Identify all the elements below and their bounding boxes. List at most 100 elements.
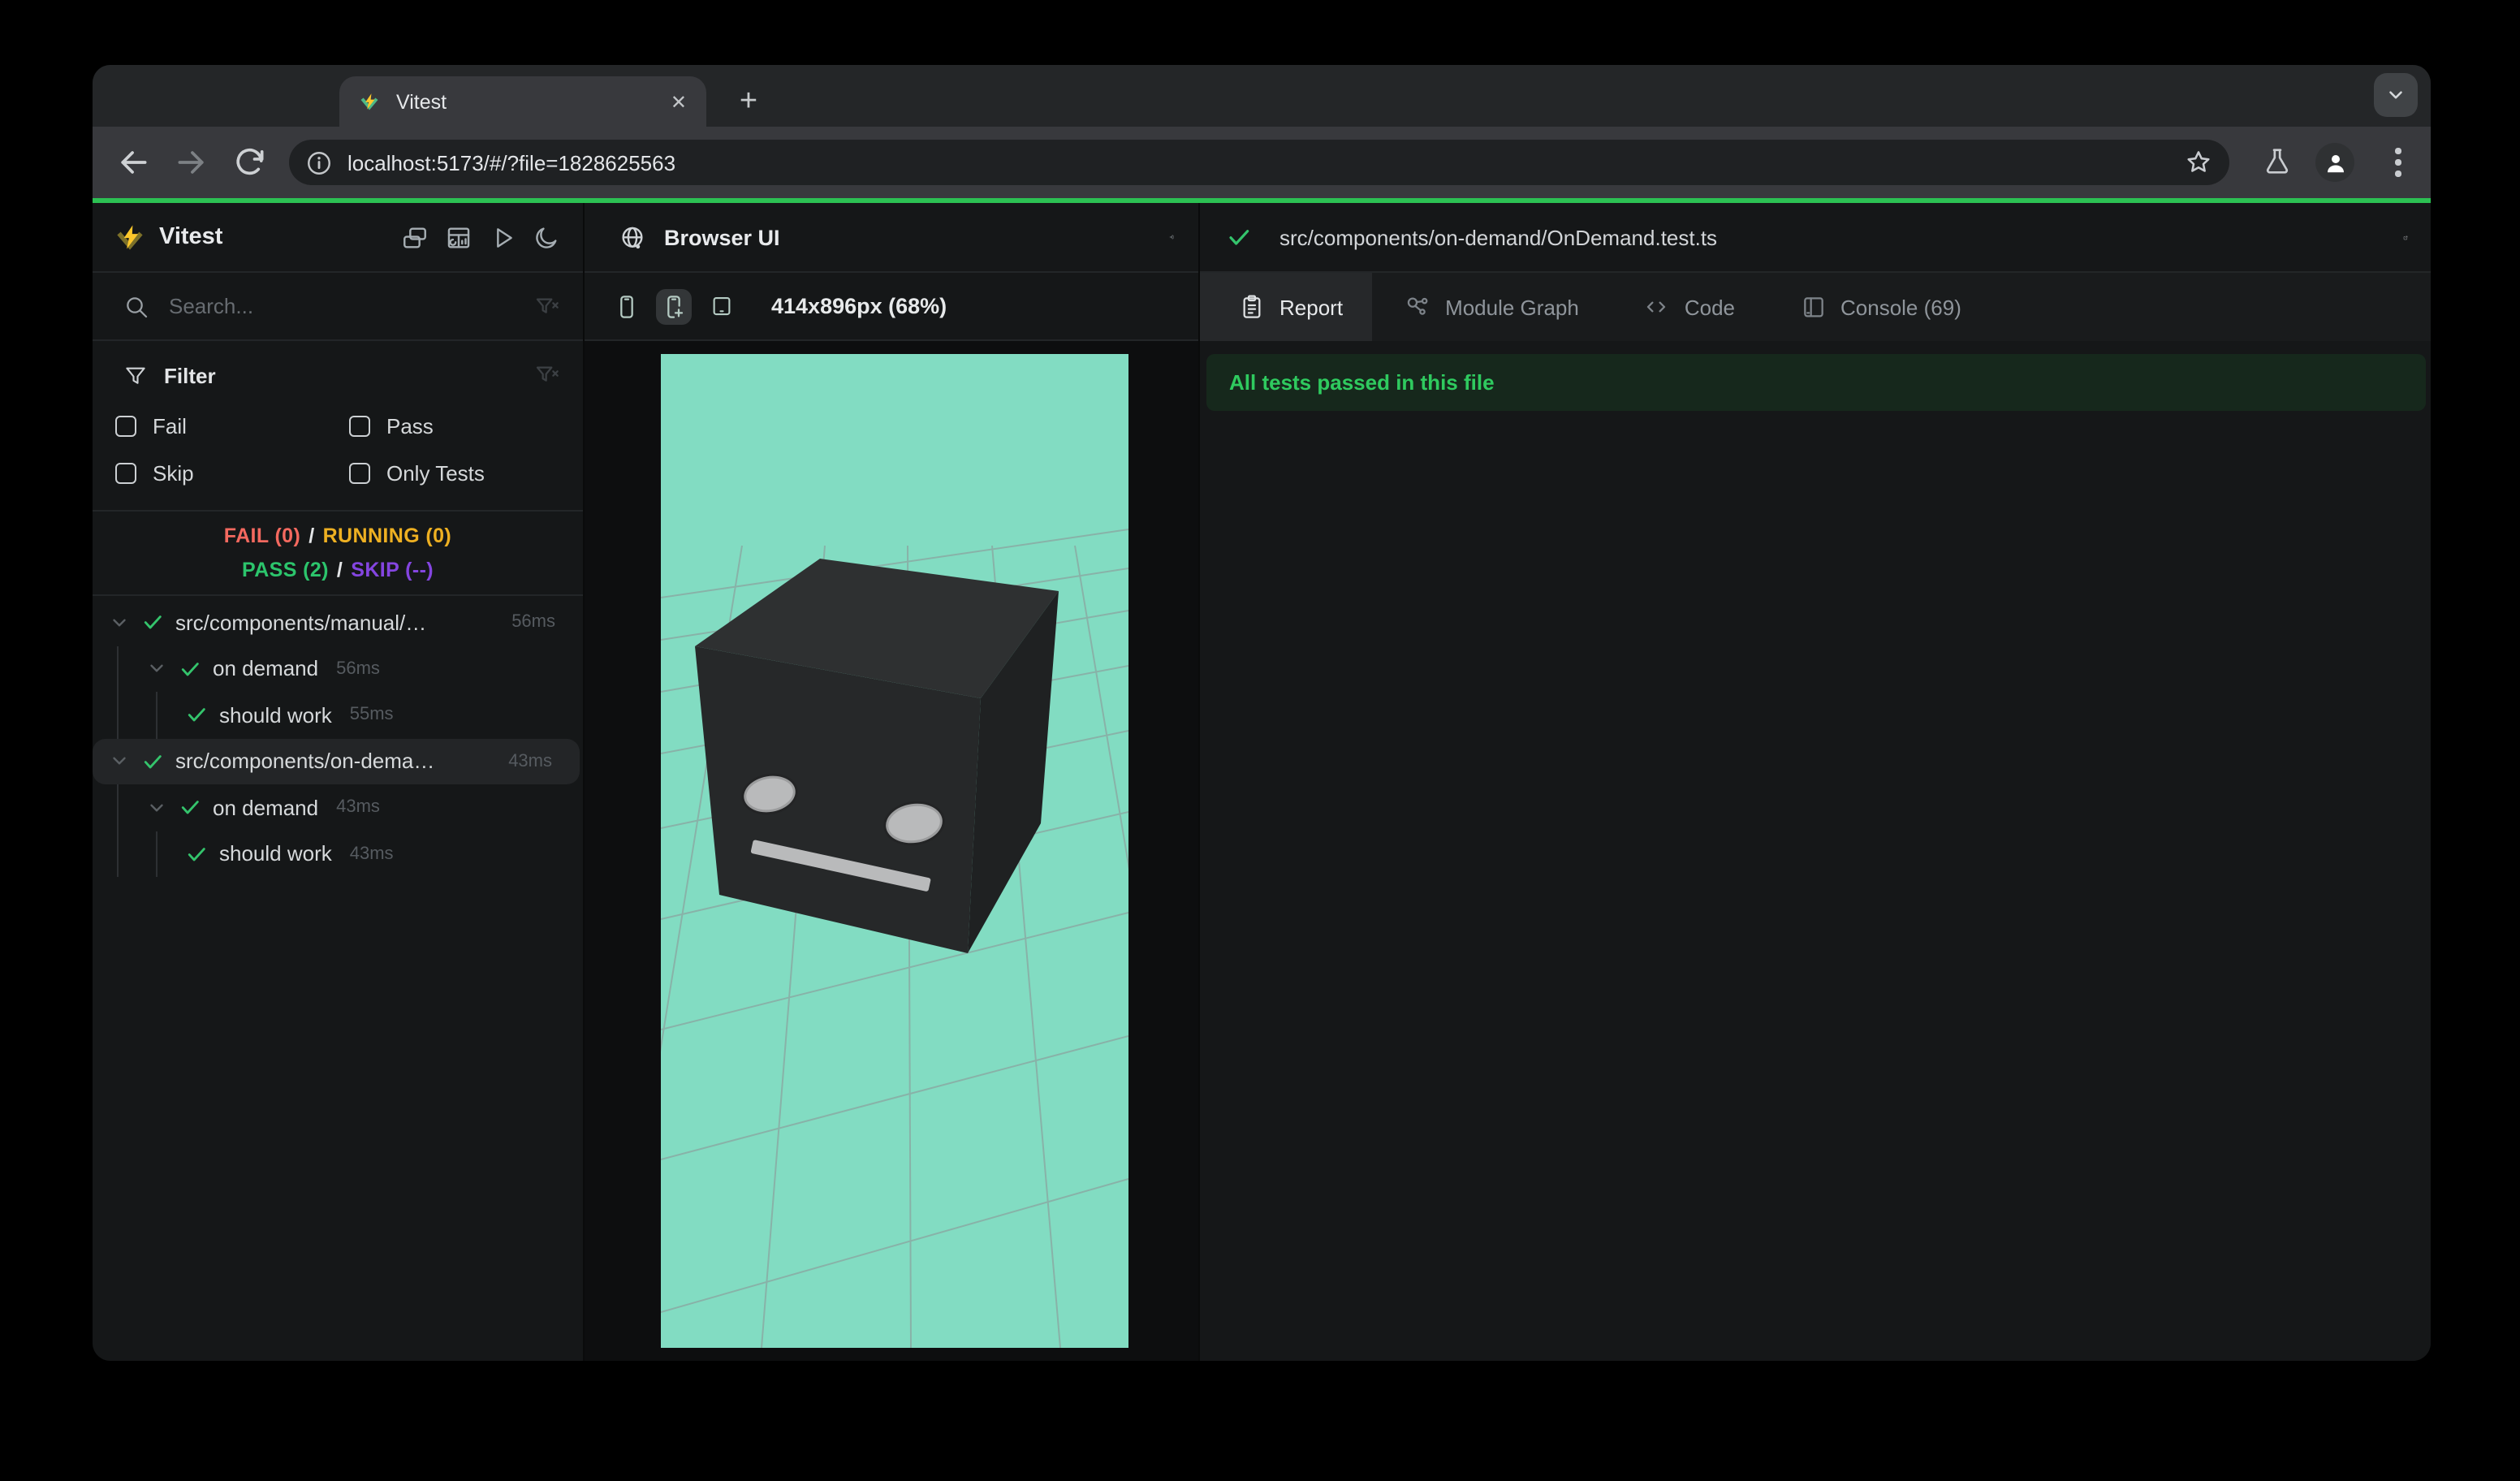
chevron-down-icon[interactable] (146, 658, 167, 680)
tab-code[interactable]: Code (1612, 273, 1767, 341)
chevron-down-icon[interactable] (146, 797, 167, 818)
browser-window: Vitest ✕ + localhost:5173/#/?file=182862… (93, 65, 2431, 1361)
checkbox-box[interactable] (349, 415, 370, 436)
device-toolbar: 414x896px (68%) (585, 273, 1198, 341)
bookmark-star-icon[interactable] (2184, 148, 2213, 177)
sidebar: Vitest F (93, 203, 585, 1361)
vitest-favicon (360, 93, 378, 110)
checkbox-box[interactable] (115, 462, 136, 483)
search-input[interactable] (166, 292, 518, 320)
test-case-row[interactable]: should work 55ms (93, 692, 583, 738)
pass-check-icon (144, 615, 162, 629)
separator: / (309, 525, 315, 547)
pass-check-icon (1229, 230, 1249, 245)
browser-ui-panel: Browser UI 414x896px (68%) (585, 203, 1210, 1361)
vitest-logo-icon (117, 225, 143, 250)
person-icon (2327, 154, 2343, 172)
device-tablet-button[interactable] (703, 288, 739, 324)
tab-module-graph[interactable]: Module Graph (1372, 273, 1612, 341)
tab-report[interactable]: Report (1200, 273, 1373, 341)
test-suite-row[interactable]: on demand 43ms (93, 784, 583, 831)
browser-ui-title: Browser UI (664, 225, 780, 249)
phone-plus-icon (667, 295, 684, 317)
report-content: All tests passed in this file (1200, 341, 2431, 1361)
checkbox-label: Skip (153, 460, 194, 485)
browser-tab[interactable]: Vitest ✕ (339, 76, 706, 127)
experiments-flask-icon[interactable] (2262, 146, 2293, 177)
checkbox-box[interactable] (349, 462, 370, 483)
device-phone-plus-button[interactable] (656, 288, 692, 324)
test-tree: src/components/manual/… 56ms on demand 5… (93, 596, 583, 1361)
robot-3d-scene (611, 354, 1210, 1349)
open-external-link-icon[interactable] (2403, 223, 2431, 251)
vitest-app: Vitest F (93, 203, 2431, 1361)
report-panel: src/components/on-demand/OnDemand.test.t… (1200, 203, 2431, 1361)
forward-button[interactable] (174, 145, 209, 180)
tab-console[interactable]: Console (69) (1767, 273, 1994, 341)
dock-panel-right-icon[interactable] (1169, 222, 1198, 252)
tab-title: Vitest (396, 90, 447, 113)
tab-close-icon[interactable]: ✕ (671, 92, 687, 111)
brand: Vitest (93, 222, 401, 252)
module-graph-icon (1407, 297, 1428, 315)
site-info-icon[interactable] (305, 149, 333, 176)
collapse-windows-icon[interactable] (401, 223, 429, 251)
filter-checkbox-pass[interactable]: Pass (349, 408, 560, 443)
filter-options: Fail Pass Skip Only Tests (115, 408, 560, 490)
clear-search-filter-icon[interactable] (534, 293, 560, 319)
report-header: src/components/on-demand/OnDemand.test.t… (1200, 203, 2431, 273)
browser-ui-header: Browser UI (585, 203, 1198, 273)
tab-label: Console (69) (1840, 295, 1961, 319)
new-tab-button[interactable]: + (726, 80, 771, 125)
all-tests-passed-banner: All tests passed in this file (1206, 354, 2426, 411)
test-duration: 56ms (511, 612, 555, 633)
viewport-size-label[interactable]: 414x896px (68%) (771, 294, 947, 318)
banner-text: All tests passed in this file (1229, 370, 1495, 395)
address-bar[interactable]: localhost:5173/#/?file=1828625563 (289, 140, 2229, 185)
back-button[interactable] (115, 145, 151, 180)
pass-check-icon (181, 801, 199, 814)
filter-checkbox-fail[interactable]: Fail (115, 408, 349, 443)
test-file-path: src/components/on-demand/OnDemand.test.t… (1279, 225, 1718, 249)
fail-count: FAIL (0) (223, 525, 301, 547)
app-title: Vitest (159, 224, 223, 250)
profile-avatar[interactable] (2315, 143, 2354, 182)
reload-button[interactable] (232, 145, 268, 180)
search-icon (127, 296, 148, 317)
chevron-down-icon[interactable] (109, 612, 130, 633)
test-case-name: should work (219, 702, 332, 728)
filter-section: Filter Fail Pass Skip Only Tests (93, 341, 583, 512)
test-file-row-selected[interactable]: src/components/on-dema… 43ms (93, 738, 580, 784)
test-duration: 55ms (349, 705, 394, 725)
chevron-down-icon[interactable] (109, 751, 130, 772)
tested-component-iframe[interactable] (611, 354, 1210, 1349)
test-duration: 43ms (336, 797, 380, 818)
dark-mode-moon-icon[interactable] (533, 223, 560, 251)
checkbox-box[interactable] (115, 415, 136, 436)
globe-icon (622, 226, 643, 248)
device-phone-button[interactable] (609, 288, 645, 324)
search-row (93, 273, 583, 341)
clipboard-report-icon (1243, 295, 1261, 318)
summary-line-2: PASS (2) / SKIP (--) (242, 554, 434, 586)
test-summary: FAIL (0) / RUNNING (0) PASS (2) / SKIP (--) (93, 512, 583, 596)
tab-label: Code (1684, 295, 1735, 319)
test-file-name: src/components/manual/… (175, 610, 427, 635)
running-count: RUNNING (0) (322, 525, 452, 547)
test-suite-row[interactable]: on demand 56ms (93, 646, 583, 692)
clear-filter-icon[interactable] (534, 362, 560, 388)
url-text[interactable]: localhost:5173/#/?file=1828625563 (347, 150, 2169, 175)
test-case-row[interactable]: should work 43ms (93, 831, 583, 877)
test-file-row[interactable]: src/components/manual/… 56ms (93, 599, 583, 646)
chevron-down-icon (2389, 90, 2402, 98)
pass-check-icon (188, 847, 205, 861)
tab-search-chevron-button[interactable] (2374, 72, 2418, 116)
filter-checkbox-only-tests[interactable]: Only Tests (349, 455, 560, 490)
pass-count: PASS (2) (241, 559, 329, 581)
filter-checkbox-skip[interactable]: Skip (115, 455, 349, 490)
filter-title-row: Filter (115, 354, 560, 396)
dashboard-report-icon[interactable] (445, 223, 472, 251)
phone-icon (620, 295, 633, 317)
run-all-play-icon[interactable] (489, 223, 516, 251)
browser-menu-kebab-icon[interactable] (2385, 145, 2411, 180)
